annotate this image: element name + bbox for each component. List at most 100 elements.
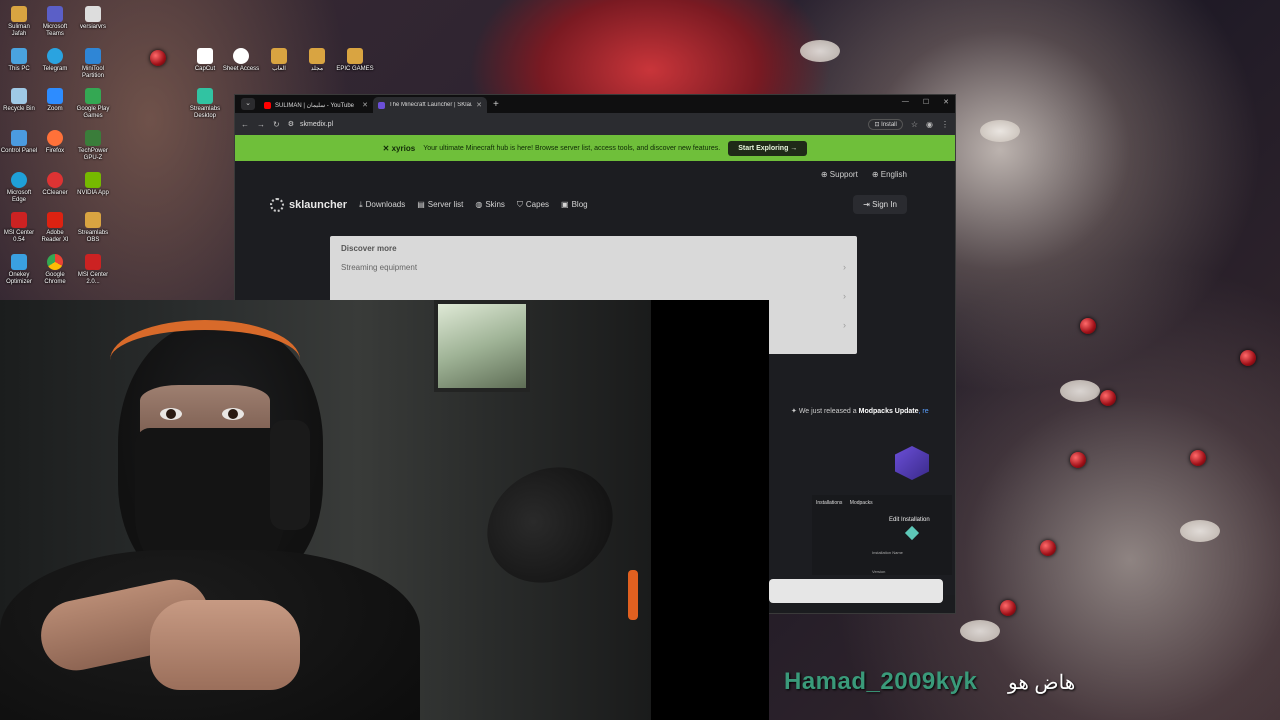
start-exploring-button[interactable]: Start Exploring → [728,140,808,156]
close-tab-icon[interactable]: ✕ [362,101,368,109]
support-label: Support [829,170,858,179]
desktop-icon[interactable]: CCleaner [36,172,74,197]
release-link[interactable]: , re [919,408,929,415]
nav-label: Capes [525,200,550,209]
wallpaper-petal [800,40,840,62]
bottom-notice-bar[interactable] [769,579,943,603]
nav-server-list[interactable]: ▤ Server list [417,200,463,209]
desktop-icon[interactable]: TechPower GPU-Z [74,130,112,162]
desktop-icon[interactable]: Sheet Access [222,48,260,73]
top-utility-links: ⊕ Support ⊕ English [821,170,907,179]
sklauncher-logo[interactable]: sklauncher [270,197,347,212]
desktop-icon-label: CapCut [194,66,216,72]
nav-label: Server list [427,200,464,209]
desktop-icon[interactable]: MSI Center 0.54 [0,212,38,244]
tab-youtube[interactable]: SULIMAN | سليمان - YouTube ✕ [259,97,373,113]
desktop-icon-label: Microsoft Edge [6,190,32,203]
desktop-icon[interactable]: Streamlabs OBS [74,212,112,244]
site-info-icon[interactable]: ⚙ [288,120,294,128]
desktop-icon[interactable]: MiniTool Partition [74,48,112,80]
chat-message: هاض هو [1008,672,1076,694]
menu-dots-icon[interactable]: ⋮ [941,120,949,129]
close-window-button[interactable]: ✕ [943,98,949,106]
desktop-icon[interactable]: Control Panel [0,130,38,155]
tab-bar: ⌄ SULIMAN | سليمان - YouTube ✕ The Minec… [235,95,955,113]
preview-title: Edit Installation [889,517,930,523]
discover-item[interactable]: Streaming equipment › [330,253,857,282]
desktop-icon[interactable]: Suliman Jafah [0,6,38,38]
party-icon: ✦ [791,408,799,415]
wallpaper-jewel [1080,318,1096,334]
desktop-icon[interactable]: Google Play Games [74,88,112,120]
desktop-icon[interactable]: Adobe Reader XI [36,212,74,244]
file-icon [85,6,101,22]
language-label: English [880,170,907,179]
desktop-icon[interactable]: This PC [0,48,38,73]
desktop-icon-label: MSI Center 0.54 [3,230,35,243]
desktop-icon[interactable]: مجلد [298,48,336,73]
desktop-icon[interactable]: Google Chrome [36,254,74,286]
desktop-icon[interactable]: Streamlabs Desktop [186,88,224,120]
url-text: skmedix.pl [299,120,334,128]
wallpaper-petal [1060,380,1100,402]
sign-in-button[interactable]: ⇥ Sign In [853,195,907,214]
maximize-button[interactable]: ☐ [923,98,929,106]
close-tab-icon[interactable]: ✕ [476,101,482,109]
msi-icon [11,212,27,228]
new-tab-button[interactable]: + [493,99,499,110]
minimize-button[interactable]: — [902,98,909,106]
desktop-icon-label: Google Chrome [44,272,66,285]
xyrios-brand[interactable]: ✕ xyrios [383,144,416,153]
desktop-icon[interactable]: العاب [260,48,298,73]
sign-in-label: Sign In [872,200,897,209]
wallpaper-jewel [1100,390,1116,406]
firefox-icon [47,130,63,146]
desktop-icon-label: Adobe Reader XI [41,230,69,243]
access-icon [233,48,249,64]
nav-capes[interactable]: ⛉ Capes [517,200,549,210]
edge-icon [11,172,27,188]
language-selector[interactable]: ⊕ English [872,170,907,179]
wallpaper-jewel [150,50,166,66]
promo-banner: ✕ xyrios Your ultimate Minecraft hub is … [235,135,955,161]
recycle-bin-icon [11,88,27,104]
desktop-icon-label: This PC [8,66,30,72]
computer-icon [11,48,27,64]
desktop-icon[interactable]: Firefox [36,130,74,155]
desktop-icon[interactable]: Onekey Optimizer [0,254,38,286]
desktop-icon-label: Onekey Optimizer [6,272,32,285]
nav-label: Blog [571,200,588,209]
desktop-icon[interactable]: versiarvrs [74,6,112,31]
nav-blog[interactable]: ▣ Blog [561,200,588,209]
profile-avatar[interactable]: ◉ [926,120,933,129]
bookmark-star-icon[interactable]: ☆ [911,120,918,129]
desktop-icon[interactable]: MSI Center 2.0... [74,254,112,286]
url-field[interactable]: ⚙ skmedix.pl [288,120,861,129]
desktop-icon-label: EPIC GAMES [336,66,374,72]
forward-icon[interactable]: → [257,120,265,129]
streamer-eye [222,408,244,420]
tab-sklauncher[interactable]: The Minecraft Launcher | SKlau ✕ [373,97,487,113]
back-icon[interactable]: ← [241,120,249,129]
desktop-icon[interactable]: Telegram [36,48,74,73]
reload-icon[interactable]: ↻ [273,120,280,129]
blog-icon: ▣ [561,200,569,209]
telegram-icon [47,48,63,64]
desktop-icon[interactable]: EPIC GAMES [336,48,374,73]
support-link[interactable]: ⊕ Support [821,170,858,179]
folder-icon [309,48,325,64]
play-games-icon [85,88,101,104]
desktop-icon[interactable]: Microsoft Edge [0,172,38,204]
desktop-icon[interactable]: CapCut [186,48,224,73]
nav-downloads[interactable]: ⤓ Downloads [359,200,405,210]
desktop-icon[interactable]: NVIDIA App [74,172,112,197]
desktop-icon[interactable]: Recycle Bin [0,88,38,113]
discover-heading: Discover more [341,244,397,253]
tab-search-button[interactable]: ⌄ [241,98,255,110]
ccleaner-icon [47,172,63,188]
desktop-icon[interactable]: Microsoft Teams [36,6,74,38]
desktop-icon[interactable]: Zoom [36,88,74,113]
install-button[interactable]: ⊡ Install [868,118,903,130]
desktop-icon-label: MiniTool Partition [81,66,104,79]
nav-skins[interactable]: ◍ Skins [475,200,505,209]
